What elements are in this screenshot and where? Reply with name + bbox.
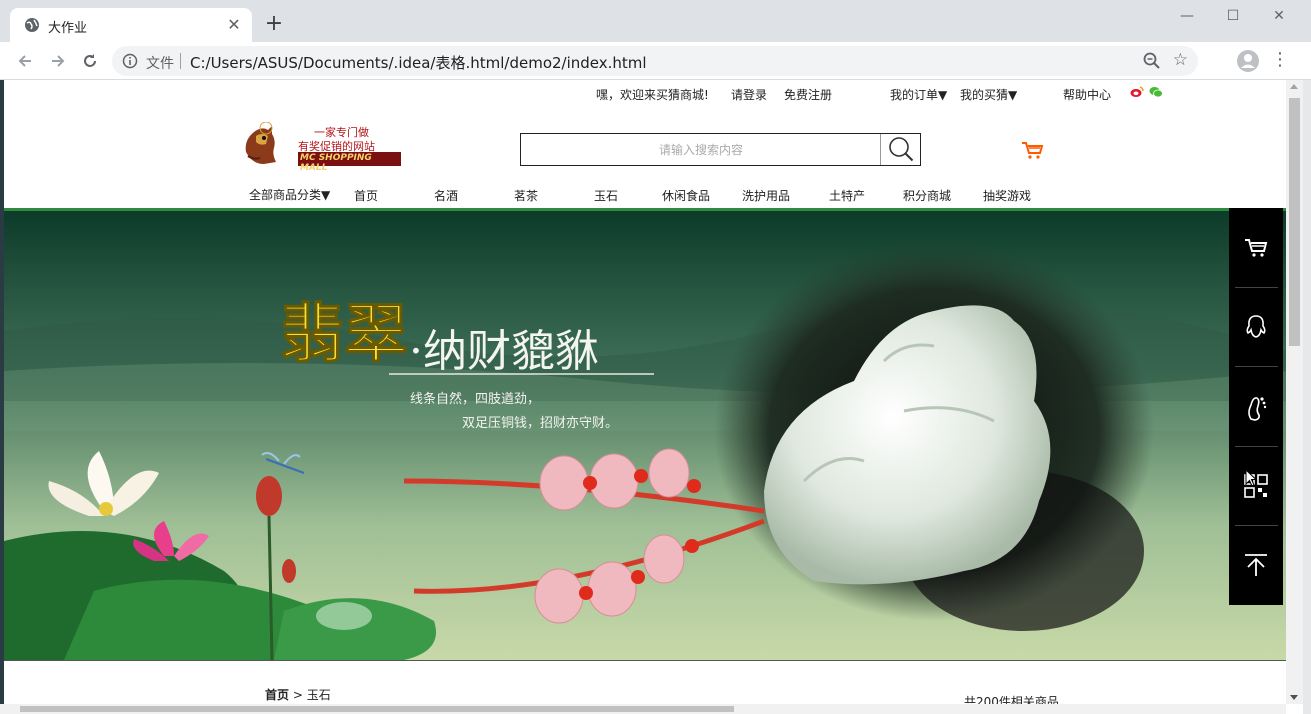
breadcrumb-home[interactable]: 首页 xyxy=(265,688,289,702)
browser-toolbar: 文件 C:/Users/ASUS/Documents/.idea/表格.html… xyxy=(0,42,1311,80)
nav-item-snacks[interactable]: 休闲食品 xyxy=(662,187,710,204)
my-orders-label: 我的订单 xyxy=(890,88,939,102)
float-qq-button[interactable] xyxy=(1229,288,1283,367)
bookmark-star-icon[interactable]: ☆ xyxy=(1173,50,1188,70)
welcome-text: 嘿，欢迎来买猜商城! xyxy=(596,88,709,102)
breadcrumb-separator: > xyxy=(292,688,303,702)
scheme-label: 文件 xyxy=(146,56,174,72)
forward-arrow-icon xyxy=(52,55,65,67)
my-orders-link[interactable]: 我的订单▼ xyxy=(890,86,947,103)
browser-window: 大作业 ✕ + — ☐ ✕ 文件 C:/Users/ASUS/Documents… xyxy=(0,0,1311,714)
banner-bottom-line xyxy=(4,660,1286,661)
caret-down-icon: ▼ xyxy=(1008,88,1018,102)
nav-item-specialties[interactable]: 土特产 xyxy=(829,187,865,204)
reload-button[interactable] xyxy=(77,48,103,74)
my-guess-link[interactable]: 我的买猜▼ xyxy=(960,86,1017,103)
back-button[interactable] xyxy=(12,48,38,74)
weibo-icon[interactable] xyxy=(1130,86,1144,98)
caret-down-icon: ▼ xyxy=(321,188,331,202)
qq-icon xyxy=(1246,315,1266,338)
menu-kebab-icon[interactable]: ⋮ xyxy=(1270,49,1290,73)
side-float-bar xyxy=(1229,208,1283,605)
info-icon[interactable] xyxy=(122,53,138,69)
nav-item-toiletries[interactable]: 洗护用品 xyxy=(742,187,790,204)
caret-down-icon: ▼ xyxy=(938,88,948,102)
search-icon xyxy=(889,137,914,162)
hero-banner[interactable]: 翡翠 ·纳财貔貅 线条自然，四肢遒劲， 双足压铜钱，招财亦守财。 xyxy=(4,211,1286,660)
logo-line3: MC SHOPPING MALL xyxy=(300,153,372,173)
reload-icon xyxy=(84,54,96,67)
mouse-cursor-icon xyxy=(1245,469,1257,487)
divider xyxy=(180,53,181,69)
help-center-link[interactable]: 帮助中心 xyxy=(1063,86,1111,103)
profile-avatar-icon[interactable] xyxy=(1236,49,1260,73)
page-viewport: 嘿，欢迎来买猜商城! 请登录 免费注册 我的订单▼ 我的买猜▼ 帮助中心 一家专… xyxy=(0,80,1311,714)
forward-button[interactable] xyxy=(45,48,71,74)
new-tab-button[interactable]: + xyxy=(262,12,286,36)
search-box xyxy=(520,133,921,166)
window-right-edge xyxy=(1303,80,1311,714)
nav-item-home[interactable]: 首页 xyxy=(354,187,378,204)
nav-item-lottery[interactable]: 抽奖游戏 xyxy=(983,187,1031,204)
close-window-button[interactable]: ✕ xyxy=(1256,4,1302,28)
logo-line2: 有奖促销的网站 xyxy=(298,140,375,153)
all-categories-menu[interactable]: 全部商品分类▼ xyxy=(249,186,330,203)
scroll-down-arrow-icon[interactable] xyxy=(1290,695,1298,700)
tab-strip: 大作业 ✕ + — ☐ ✕ xyxy=(0,0,1311,42)
register-link[interactable]: 免费注册 xyxy=(784,86,832,103)
hscrollbar-thumb[interactable] xyxy=(20,706,734,712)
maximize-button[interactable]: ☐ xyxy=(1210,4,1256,28)
zoom-icon[interactable] xyxy=(1142,51,1162,71)
back-to-top-icon xyxy=(1245,554,1267,576)
shopping-cart-icon[interactable] xyxy=(1020,140,1044,160)
float-footprint-button[interactable] xyxy=(1229,367,1283,446)
footprint-icon xyxy=(1248,397,1267,421)
nav-item-points-mall[interactable]: 积分商城 xyxy=(903,187,951,204)
breadcrumb: 首页 > 玉石 xyxy=(265,686,331,703)
scroll-up-arrow-icon[interactable] xyxy=(1290,84,1298,89)
banner-copy-line2: 双足压铜钱，招财亦守财。 xyxy=(462,415,618,431)
banner-headline-2: ·纳财貔貅 xyxy=(409,326,599,377)
url-text[interactable]: C:/Users/ASUS/Documents/.idea/表格.html/de… xyxy=(190,52,647,73)
jade-banner-image: 翡翠 ·纳财貔貅 线条自然，四肢遒劲， 双足压铜钱，招财亦守财。 xyxy=(4,211,1286,660)
nav-item-jade[interactable]: 玉石 xyxy=(594,187,618,204)
back-arrow-icon xyxy=(18,55,31,67)
minimize-button[interactable]: — xyxy=(1164,4,1210,28)
banner-copy-line1: 线条自然，四肢遒劲， xyxy=(410,391,540,407)
tab-title: 大作业 xyxy=(48,21,88,36)
globe-icon xyxy=(25,18,39,32)
wechat-icon[interactable] xyxy=(1149,86,1163,98)
cart-icon xyxy=(1245,239,1268,257)
site-logo[interactable]: 一家专门做 有奖促销的网站 MC SHOPPING MALL xyxy=(242,121,402,173)
float-cart-button[interactable] xyxy=(1229,208,1283,287)
address-bar[interactable]: 文件 C:/Users/ASUS/Documents/.idea/表格.html… xyxy=(112,46,1198,76)
search-button[interactable] xyxy=(880,134,920,165)
nav-item-liquor[interactable]: 名酒 xyxy=(434,187,458,204)
horizontal-scrollbar[interactable] xyxy=(0,704,1286,714)
my-guess-label: 我的买猜 xyxy=(960,88,1009,102)
scrollbar-thumb[interactable] xyxy=(1289,98,1300,346)
back-to-top-button[interactable] xyxy=(1229,526,1283,605)
vertical-scrollbar[interactable] xyxy=(1286,80,1303,704)
nav-item-tea[interactable]: 茗茶 xyxy=(514,187,538,204)
all-categories-label: 全部商品分类 xyxy=(249,188,322,202)
browser-tab[interactable]: 大作业 ✕ xyxy=(10,8,252,42)
login-link[interactable]: 请登录 xyxy=(731,86,767,103)
banner-headline-1: 翡翠 xyxy=(280,297,408,372)
tab-close-icon[interactable]: ✕ xyxy=(224,15,244,35)
search-input[interactable] xyxy=(521,134,881,165)
breadcrumb-current: 玉石 xyxy=(306,688,331,702)
